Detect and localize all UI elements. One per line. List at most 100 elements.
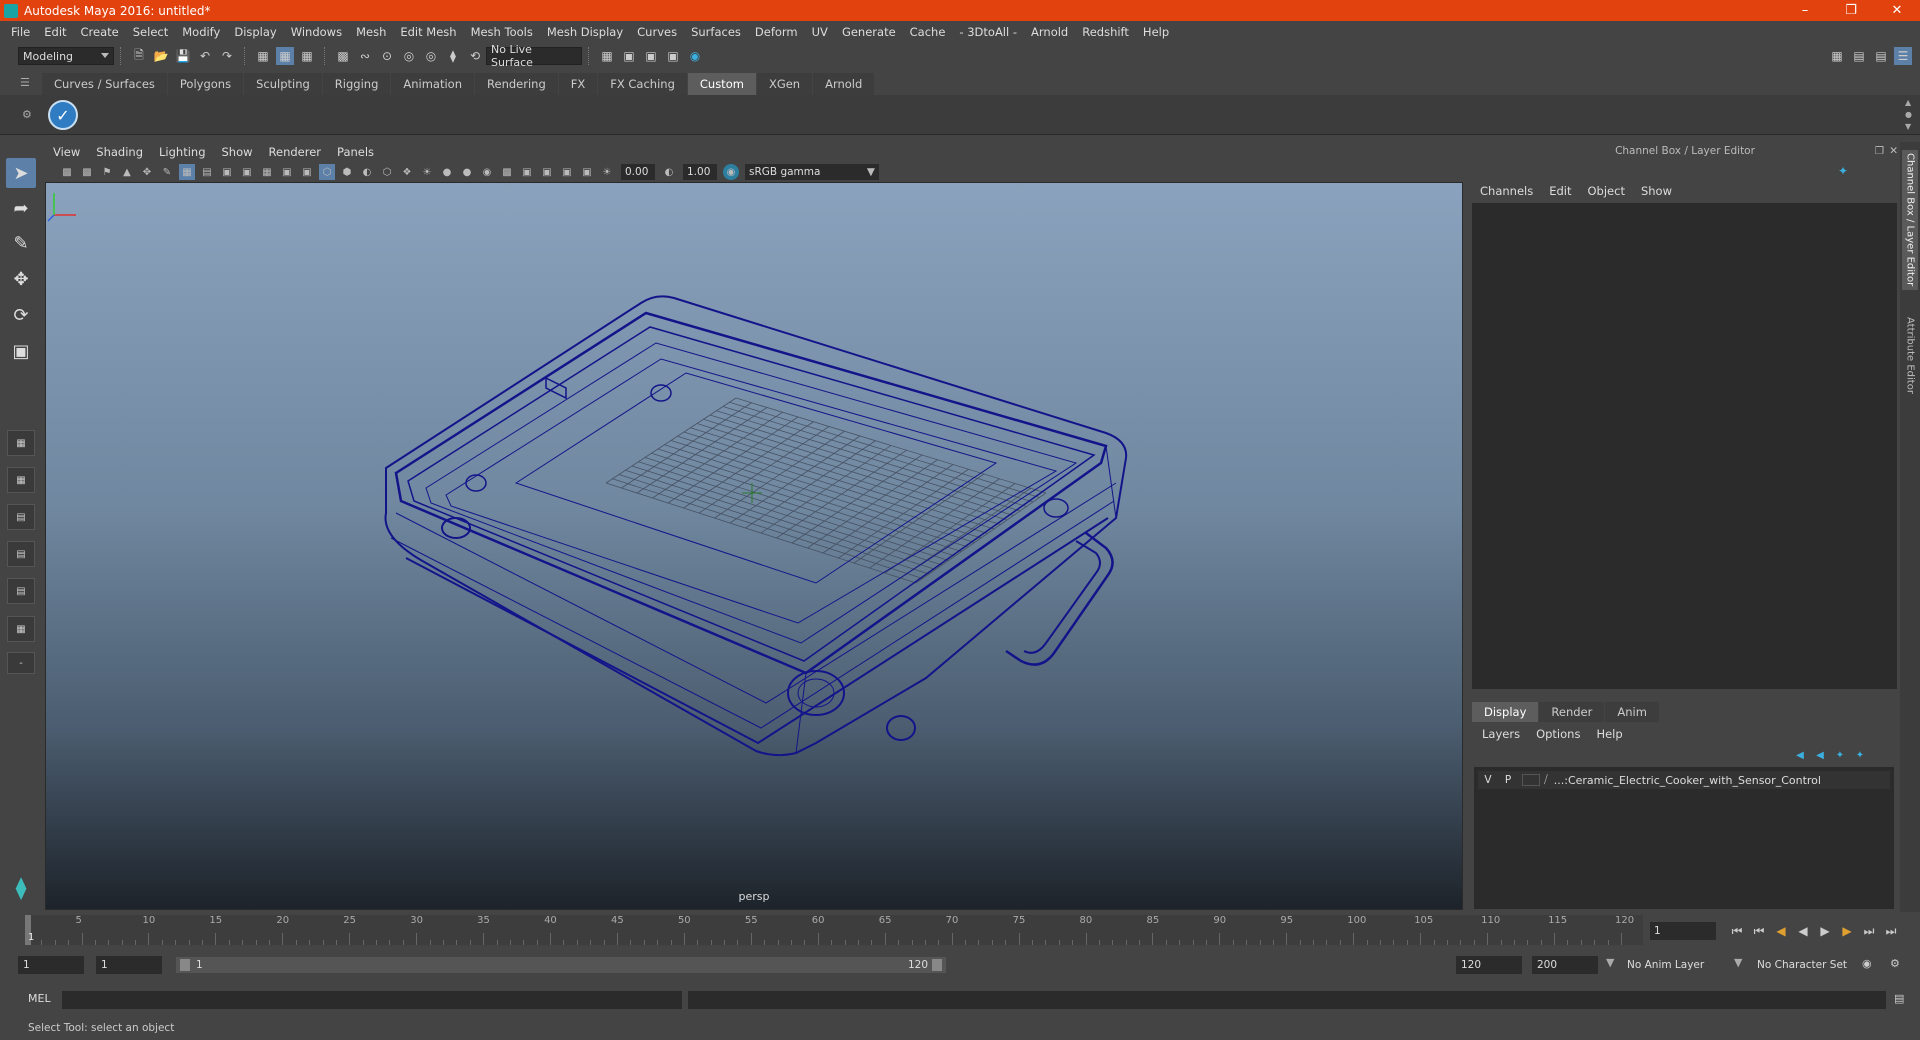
render-current-icon[interactable]: ▣ — [642, 47, 660, 65]
gamma-field[interactable]: 1.00 — [683, 164, 717, 180]
menu-mesh[interactable]: Mesh — [349, 25, 393, 39]
menu-arnold[interactable]: Arnold — [1024, 25, 1075, 39]
move-layer-up-icon[interactable]: ◀ — [1792, 747, 1808, 763]
menu-curves[interactable]: Curves — [630, 25, 684, 39]
close-button[interactable]: ✕ — [1874, 0, 1920, 21]
attribute-editor-toggle-icon[interactable]: ▤ — [1850, 47, 1868, 65]
camera-select-icon[interactable]: ▩ — [59, 164, 75, 180]
step-forward-key-icon[interactable]: ⏭ — [1858, 924, 1880, 939]
snap-curve-icon[interactable]: ∾ — [356, 47, 374, 65]
viewport-menu-panels[interactable]: Panels — [329, 145, 382, 159]
render-settings-icon[interactable]: ▦ — [598, 47, 616, 65]
new-scene-icon[interactable]: 🗎 — [130, 47, 148, 65]
paint-select-tool-icon[interactable]: ✎ — [6, 228, 36, 258]
color-management-icon[interactable]: ◉ — [723, 164, 739, 180]
playback-end-field[interactable]: 120 — [1456, 956, 1522, 974]
viewport-menu-show[interactable]: Show — [214, 145, 261, 159]
shelf-tab-fx-caching[interactable]: FX Caching — [598, 73, 687, 95]
motion-blur-icon[interactable]: ◉ — [479, 164, 495, 180]
menu-file[interactable]: File — [4, 25, 37, 39]
animation-preferences-icon[interactable]: ⚙ — [1890, 957, 1900, 970]
character-set-dropdown[interactable]: No Character Set — [1752, 956, 1862, 974]
layer-tab-anim[interactable]: Anim — [1605, 702, 1659, 722]
minimize-button[interactable]: – — [1782, 0, 1828, 21]
graph-editor-layout-icon[interactable]: ▤ — [7, 578, 35, 604]
move-tool-icon[interactable]: ✥ — [6, 264, 36, 294]
move-layer-down-icon[interactable]: ◀ — [1812, 747, 1828, 763]
close-panel-icon[interactable]: ✕ — [1889, 142, 1898, 160]
create-empty-layer-icon[interactable]: ✦ — [1832, 747, 1848, 763]
rotate-tool-icon[interactable]: ⟳ — [6, 300, 36, 330]
range-end-handle[interactable] — [932, 959, 942, 971]
menu-edit[interactable]: Edit — [37, 25, 73, 39]
layer-tab-render[interactable]: Render — [1539, 702, 1605, 722]
viewport-menu-renderer[interactable]: Renderer — [261, 145, 330, 159]
auto-key-icon[interactable]: ◉ — [1862, 957, 1872, 970]
channel-box-toggle-icon[interactable]: ☰ — [1894, 47, 1912, 65]
menu-select[interactable]: Select — [126, 25, 175, 39]
channel-box-tools-icon[interactable]: ✦ — [1838, 164, 1848, 178]
menu-help[interactable]: Help — [1136, 25, 1176, 39]
mode-dropdown[interactable]: Modeling — [18, 47, 114, 65]
perspective-viewport[interactable]: persp — [45, 182, 1463, 910]
textured-icon[interactable]: ❖ — [399, 164, 415, 180]
viewport-menu-shading[interactable]: Shading — [88, 145, 151, 159]
save-scene-icon[interactable]: 💾 — [174, 47, 192, 65]
shelf-menu-icon[interactable]: ☰ — [20, 76, 30, 89]
menu-generate[interactable]: Generate — [835, 25, 903, 39]
grid-toggle-icon[interactable]: ▦ — [179, 164, 195, 180]
snap-projected-icon[interactable]: ◎ — [400, 47, 418, 65]
step-back-key-icon[interactable]: ⏮ — [1748, 924, 1770, 939]
xray-components-icon[interactable]: ▣ — [579, 164, 595, 180]
layer-menu-layers[interactable]: Layers — [1474, 727, 1528, 741]
gate-mask-icon[interactable]: ▣ — [239, 164, 255, 180]
open-scene-icon[interactable]: 📂 — [152, 47, 170, 65]
field-chart-icon[interactable]: ▦ — [259, 164, 275, 180]
shelf-tab-xgen[interactable]: XGen — [756, 73, 813, 95]
menu-3dtoall[interactable]: - 3DtoAll - — [952, 25, 1024, 39]
four-view-layout-icon[interactable]: ▦ — [7, 467, 35, 493]
hypershade-layout-icon[interactable]: ▦ — [7, 616, 35, 642]
anim-layer-dropdown[interactable]: No Anim Layer — [1622, 956, 1730, 974]
menu-cache[interactable]: Cache — [903, 25, 953, 39]
shelf-tab-custom[interactable]: Custom — [687, 73, 756, 95]
side-tab-channel-box[interactable]: Channel Box / Layer Editor — [1902, 150, 1918, 290]
current-frame-field[interactable]: 1 — [1650, 922, 1716, 940]
live-surface-field[interactable]: No Live Surface — [486, 43, 582, 69]
undo-icon[interactable]: ↶ — [196, 47, 214, 65]
menu-windows[interactable]: Windows — [284, 25, 349, 39]
bookmark-icon[interactable]: ⚑ — [99, 164, 115, 180]
xray-icon[interactable]: ▣ — [539, 164, 555, 180]
script-language-label[interactable]: MEL — [28, 992, 51, 1005]
shelf-tab-sculpting[interactable]: Sculpting — [244, 73, 322, 95]
menu-mesh-display[interactable]: Mesh Display — [540, 25, 630, 39]
viewport-menu-lighting[interactable]: Lighting — [151, 145, 213, 159]
chevron-down-icon[interactable]: ▼ — [1734, 956, 1742, 969]
modeling-toolkit-icon[interactable]: ▦ — [1828, 47, 1846, 65]
image-plane-icon[interactable]: ▲ — [119, 164, 135, 180]
shelf-tab-animation[interactable]: Animation — [391, 73, 475, 95]
shelf-scroll-icon[interactable]: ▲ ● ▼ — [1905, 97, 1912, 133]
scale-tool-icon[interactable]: ▣ — [6, 336, 36, 366]
shelf-tab-rendering[interactable]: Rendering — [475, 73, 558, 95]
lasso-tool-icon[interactable]: ➦ — [6, 193, 36, 223]
layer-tab-display[interactable]: Display — [1472, 702, 1539, 722]
menu-create[interactable]: Create — [74, 25, 126, 39]
menu-deform[interactable]: Deform — [748, 25, 805, 39]
wireframe-on-shaded-icon[interactable]: ⬡ — [379, 164, 395, 180]
layer-visibility-toggle[interactable]: V — [1478, 774, 1498, 786]
select-component-icon[interactable]: ▦ — [298, 47, 316, 65]
step-back-frame-icon[interactable]: ◀ — [1770, 924, 1792, 938]
go-to-end-icon[interactable]: ⏭ — [1880, 924, 1902, 939]
layer-playback-toggle[interactable]: P — [1498, 774, 1518, 786]
menu-display[interactable]: Display — [227, 25, 283, 39]
animation-start-field[interactable]: 1 — [18, 956, 84, 974]
float-panel-icon[interactable]: ❐ — [1875, 142, 1884, 160]
command-input[interactable] — [62, 991, 682, 1009]
cb-menu-show[interactable]: Show — [1633, 184, 1680, 198]
layer-menu-help[interactable]: Help — [1588, 727, 1630, 741]
color-space-dropdown[interactable]: sRGB gamma ▼ — [745, 164, 879, 180]
menu-redshift[interactable]: Redshift — [1075, 25, 1136, 39]
script-editor-icon[interactable]: ▤ — [1894, 992, 1904, 1005]
safe-title-icon[interactable]: ▣ — [299, 164, 315, 180]
